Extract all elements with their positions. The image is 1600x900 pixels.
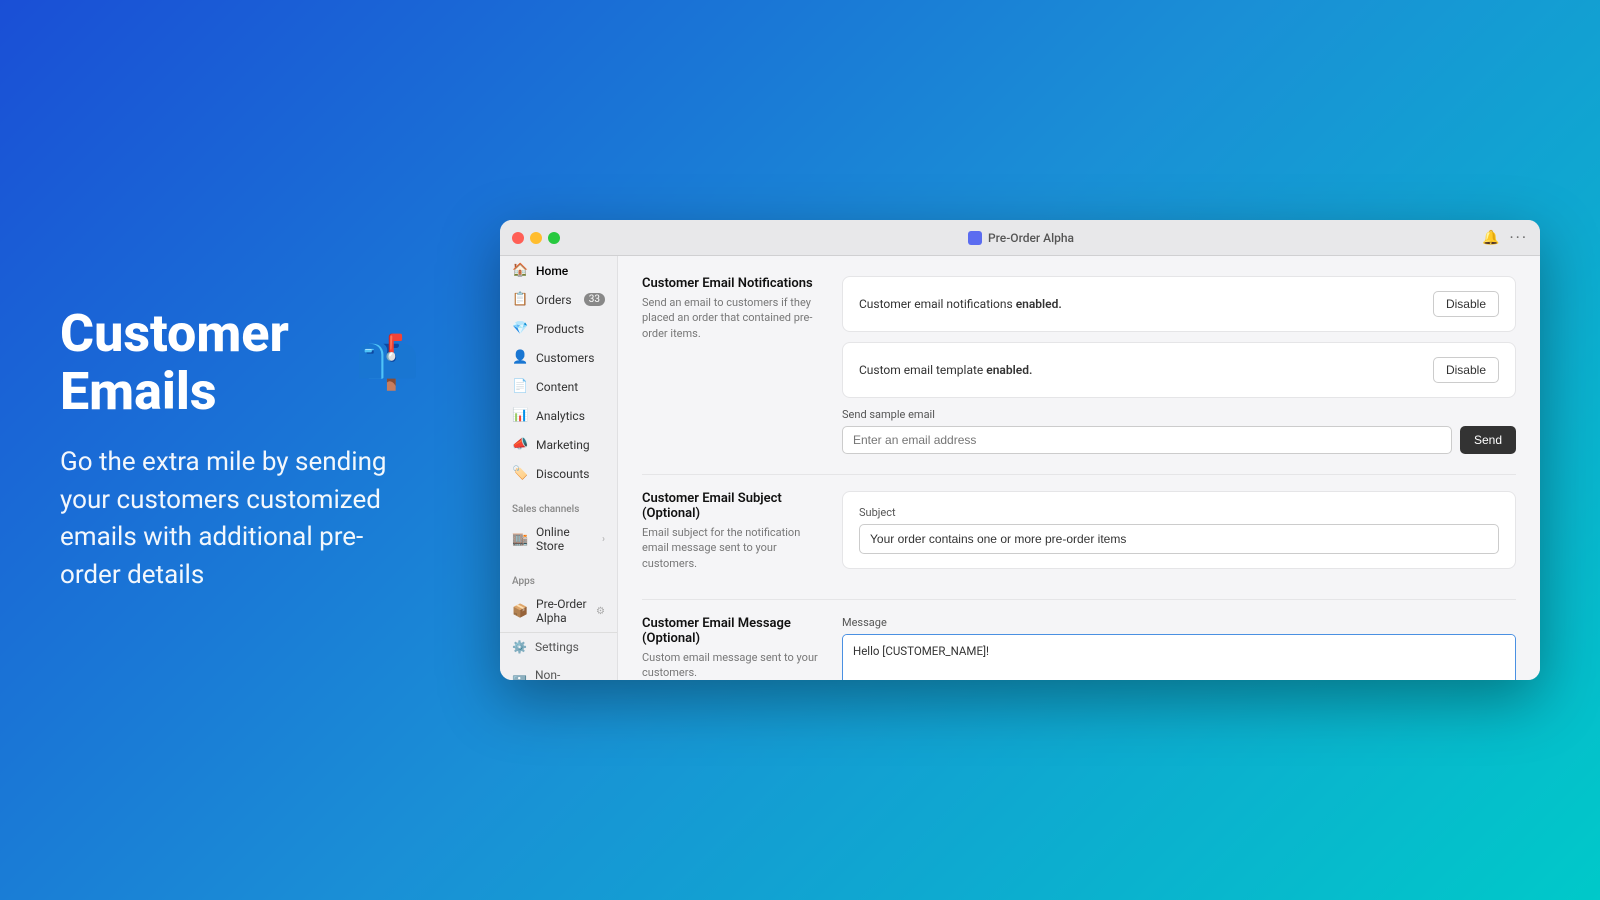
main-panel: Customer Email Notifications Send an ema…	[618, 256, 1540, 680]
window-title: Pre-Order Alpha	[968, 231, 1074, 245]
discounts-icon: 🏷️	[512, 466, 528, 481]
send-sample-label: Send sample email	[842, 408, 1516, 421]
maximize-button[interactable]	[548, 232, 560, 244]
content-icon: 📄	[512, 379, 528, 394]
chevron-right-icon: ›	[602, 534, 605, 545]
apps-section-label: Apps	[500, 568, 617, 590]
template-enabled-card: Custom email template enabled. Disable	[842, 342, 1516, 398]
email-notifications-content: Customer email notifications enabled. Di…	[842, 276, 1516, 454]
orders-badge: 33	[584, 293, 605, 306]
send-email-input[interactable]	[842, 426, 1452, 454]
sidebar-label-analytics: Analytics	[536, 409, 605, 423]
notifications-enabled-row: Customer email notifications enabled. Di…	[859, 291, 1499, 317]
sidebar-label-marketing: Marketing	[536, 438, 605, 452]
email-notifications-title: Customer Email Notifications	[642, 276, 822, 291]
orders-icon: 📋	[512, 292, 528, 307]
template-enabled-row: Custom email template enabled. Disable	[859, 357, 1499, 383]
settings-small-icon: ⚙	[596, 606, 605, 617]
hero-title-text: Customer Emails	[60, 305, 343, 419]
info-icon: ℹ️	[512, 675, 527, 680]
sidebar-label-online-store: Online Store	[536, 525, 594, 553]
hero-section: Customer Emails 📫 Go the extra mile by s…	[0, 245, 480, 654]
subject-input[interactable]	[859, 524, 1499, 554]
email-message-label: Customer Email Message (Optional) Custom…	[642, 616, 822, 680]
more-options-icon[interactable]: ···	[1509, 228, 1528, 247]
sales-channels-section-label: Sales channels	[500, 496, 617, 518]
disable-notifications-button[interactable]: Disable	[1433, 291, 1499, 317]
sidebar-label-orders: Orders	[536, 293, 576, 307]
customers-icon: 👤	[512, 350, 528, 365]
email-subject-content: Subject	[842, 491, 1516, 579]
email-subject-desc: Email subject for the notification email…	[642, 525, 822, 571]
marketing-icon: 📣	[512, 437, 528, 452]
send-email-button[interactable]: Send	[1460, 426, 1516, 454]
email-message-content: Message Hello [CUSTOMER_NAME]! You have …	[842, 616, 1516, 680]
sidebar-label-content: Content	[536, 380, 605, 394]
settings-label: Settings	[535, 640, 579, 654]
home-icon: 🏠	[512, 263, 528, 278]
app-body: 🏠 Home 📋 Orders 33 💎 Products 👤 Customer…	[500, 256, 1540, 680]
hero-title: Customer Emails 📫	[60, 305, 420, 419]
non-transferable-footer-item[interactable]: ℹ️ Non-transferable	[500, 661, 617, 680]
hero-description: Go the extra mile by sending your custom…	[60, 444, 420, 595]
email-subject-label: Customer Email Subject (Optional) Email …	[642, 491, 822, 571]
message-field-label: Message	[842, 616, 1516, 629]
online-store-icon: 🏬	[512, 532, 528, 547]
app-window: Pre-Order Alpha 🔔 ··· 🏠 Home 📋 Orders 33…	[500, 220, 1540, 680]
sidebar-item-discounts[interactable]: 🏷️ Discounts	[500, 459, 617, 488]
non-transferable-label: Non-transferable	[535, 668, 605, 680]
pre-order-alpha-icon: 📦	[512, 604, 528, 619]
email-subject-title: Customer Email Subject (Optional)	[642, 491, 822, 521]
sidebar-item-content[interactable]: 📄 Content	[500, 372, 617, 401]
sidebar-item-pre-order-alpha[interactable]: 📦 Pre-Order Alpha ⚙	[500, 590, 617, 632]
email-message-section: Customer Email Message (Optional) Custom…	[642, 616, 1516, 680]
window-controls	[512, 232, 560, 244]
sidebar-label-home: Home	[536, 264, 605, 278]
sidebar: 🏠 Home 📋 Orders 33 💎 Products 👤 Customer…	[500, 256, 618, 680]
email-notifications-desc: Send an email to customers if they place…	[642, 295, 822, 341]
sidebar-label-pre-order-alpha: Pre-Order Alpha	[536, 597, 588, 625]
email-subject-section: Customer Email Subject (Optional) Email …	[642, 491, 1516, 579]
sidebar-footer: ⚙️ Settings ℹ️ Non-transferable	[500, 632, 617, 680]
settings-icon: ⚙️	[512, 640, 527, 654]
sidebar-label-customers: Customers	[536, 351, 605, 365]
email-notifications-section: Customer Email Notifications Send an ema…	[642, 276, 1516, 454]
notifications-status-text: Customer email notifications enabled.	[859, 297, 1062, 311]
divider-2	[642, 599, 1516, 600]
subject-field-label: Subject	[859, 506, 1499, 519]
window-title-text: Pre-Order Alpha	[988, 231, 1074, 245]
title-bar: Pre-Order Alpha 🔔 ···	[500, 220, 1540, 256]
sidebar-item-products[interactable]: 💎 Products	[500, 314, 617, 343]
sidebar-item-analytics[interactable]: 📊 Analytics	[500, 401, 617, 430]
email-message-desc: Custom email message sent to your custom…	[642, 650, 822, 680]
bell-icon[interactable]: 🔔	[1482, 230, 1499, 246]
analytics-icon: 📊	[512, 408, 528, 423]
email-message-title: Customer Email Message (Optional)	[642, 616, 822, 646]
settings-footer-item[interactable]: ⚙️ Settings	[500, 633, 617, 661]
divider-1	[642, 474, 1516, 475]
message-textarea[interactable]: Hello [CUSTOMER_NAME]! You have one or m…	[842, 634, 1516, 680]
subject-card: Subject	[842, 491, 1516, 569]
send-sample-email-row: Send sample email Send	[842, 408, 1516, 454]
minimize-button[interactable]	[530, 232, 542, 244]
close-button[interactable]	[512, 232, 524, 244]
app-icon	[968, 231, 982, 245]
sidebar-label-products: Products	[536, 322, 605, 336]
sidebar-item-marketing[interactable]: 📣 Marketing	[500, 430, 617, 459]
products-icon: 💎	[512, 321, 528, 336]
template-status-text: Custom email template enabled.	[859, 363, 1032, 377]
email-notifications-label: Customer Email Notifications Send an ema…	[642, 276, 822, 341]
send-input-row: Send	[842, 426, 1516, 454]
title-bar-actions: 🔔 ···	[1482, 228, 1528, 247]
disable-template-button[interactable]: Disable	[1433, 357, 1499, 383]
sidebar-label-discounts: Discounts	[536, 467, 605, 481]
sidebar-item-online-store[interactable]: 🏬 Online Store ›	[500, 518, 617, 560]
sidebar-item-home[interactable]: 🏠 Home	[500, 256, 617, 285]
sidebar-item-customers[interactable]: 👤 Customers	[500, 343, 617, 372]
sidebar-item-orders[interactable]: 📋 Orders 33	[500, 285, 617, 314]
notifications-enabled-card: Customer email notifications enabled. Di…	[842, 276, 1516, 332]
hero-emoji: 📫	[355, 334, 420, 391]
